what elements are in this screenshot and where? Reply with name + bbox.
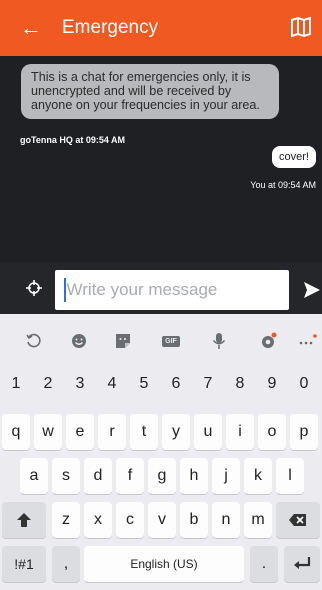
enter-icon: [294, 557, 311, 569]
gif-label: GIF: [162, 335, 180, 347]
arrow-left-icon[interactable]: ←: [20, 17, 42, 39]
key-b[interactable]: b: [180, 502, 208, 538]
backspace-key[interactable]: [276, 502, 320, 538]
symbols-key[interactable]: !#1: [2, 546, 46, 582]
key-1[interactable]: 1: [2, 370, 30, 398]
more-icon[interactable]: [296, 330, 318, 352]
shift-key[interactable]: [2, 502, 46, 538]
letter-row-3: z x c v b n m: [0, 502, 322, 538]
space-bar[interactable]: English (US): [84, 546, 244, 582]
comma-key[interactable]: ,: [52, 546, 80, 582]
key-m[interactable]: m: [244, 502, 272, 538]
settings-icon[interactable]: [257, 330, 279, 352]
gif-icon[interactable]: GIF: [160, 330, 182, 352]
backspace-icon: [289, 514, 306, 526]
shift-icon: [17, 513, 31, 527]
app-bar: ← Emergency: [0, 0, 322, 56]
key-9[interactable]: 9: [258, 370, 286, 398]
send-icon[interactable]: [303, 281, 321, 299]
key-l[interactable]: l: [276, 458, 304, 494]
number-row: 1 2 3 4 5 6 7 8 9 0: [0, 370, 322, 398]
crosshair-icon[interactable]: [26, 280, 42, 296]
key-k[interactable]: k: [244, 458, 272, 494]
bottom-row: !#1 , English (US) .: [0, 546, 322, 582]
key-u[interactable]: u: [194, 414, 222, 450]
key-6[interactable]: 6: [162, 370, 190, 398]
key-e[interactable]: e: [66, 414, 94, 450]
page-title: Emergency: [62, 17, 159, 38]
key-8[interactable]: 8: [226, 370, 254, 398]
message-composer: Write your message: [0, 262, 322, 314]
key-x[interactable]: x: [84, 502, 112, 538]
key-7[interactable]: 7: [194, 370, 222, 398]
key-i[interactable]: i: [226, 414, 254, 450]
key-d[interactable]: d: [84, 458, 112, 494]
key-v[interactable]: v: [148, 502, 176, 538]
rotate-icon[interactable]: [23, 330, 45, 352]
incoming-message-bubble: This is a chat for emergencies only, it …: [21, 64, 279, 119]
key-z[interactable]: z: [52, 502, 80, 538]
key-n[interactable]: n: [212, 502, 240, 538]
incoming-message-meta: goTenna HQ at 09:54 AM: [20, 135, 126, 145]
sticker-icon[interactable]: [112, 330, 134, 352]
key-2[interactable]: 2: [34, 370, 62, 398]
key-t[interactable]: t: [130, 414, 158, 450]
emoji-icon[interactable]: [68, 330, 90, 352]
key-g[interactable]: g: [148, 458, 176, 494]
key-4[interactable]: 4: [98, 370, 126, 398]
key-o[interactable]: o: [258, 414, 286, 450]
outgoing-message-bubble: cover!: [272, 146, 316, 168]
message-placeholder: Write your message: [66, 280, 218, 299]
map-icon[interactable]: [290, 16, 312, 38]
keyboard: GIF 1 2 3 4 5 6 7 8 9 0 q w e r t y u i …: [0, 314, 322, 590]
enter-key[interactable]: [284, 546, 320, 582]
letter-row-1: q w e r t y u i o p: [0, 414, 322, 450]
key-q[interactable]: q: [2, 414, 30, 450]
key-3[interactable]: 3: [66, 370, 94, 398]
key-y[interactable]: y: [162, 414, 190, 450]
text-caret: [64, 278, 66, 302]
mic-icon[interactable]: [208, 330, 230, 352]
key-5[interactable]: 5: [130, 370, 158, 398]
key-0[interactable]: 0: [290, 370, 318, 398]
outgoing-message-meta: You at 09:54 AM: [250, 180, 316, 190]
key-j[interactable]: j: [212, 458, 240, 494]
key-h[interactable]: h: [180, 458, 208, 494]
key-w[interactable]: w: [34, 414, 62, 450]
message-input[interactable]: Write your message: [55, 270, 289, 310]
key-a[interactable]: a: [20, 458, 48, 494]
chat-area: This is a chat for emergencies only, it …: [0, 56, 322, 262]
key-r[interactable]: r: [98, 414, 126, 450]
key-s[interactable]: s: [52, 458, 80, 494]
key-f[interactable]: f: [116, 458, 144, 494]
key-c[interactable]: c: [116, 502, 144, 538]
period-key[interactable]: .: [250, 546, 278, 582]
letter-row-2: a s d f g h j k l: [0, 458, 322, 494]
key-p[interactable]: p: [290, 414, 318, 450]
